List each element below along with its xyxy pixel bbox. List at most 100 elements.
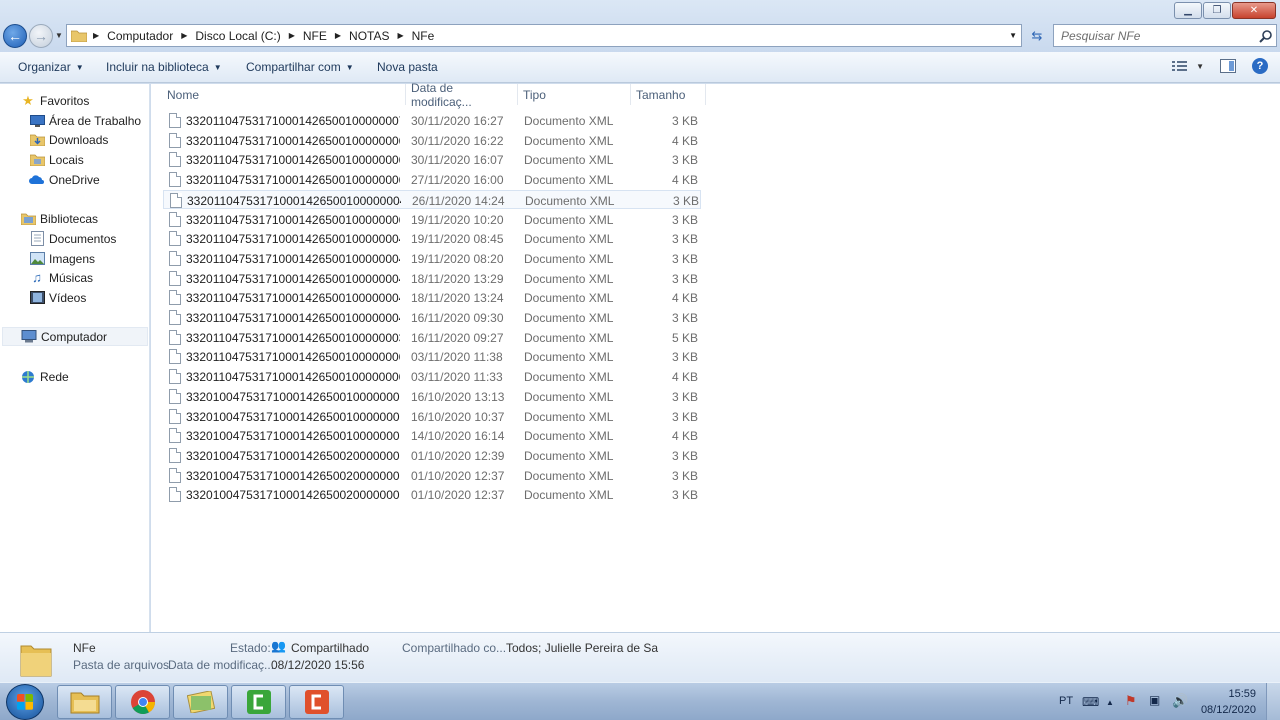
file-type: Documento XML	[524, 232, 614, 247]
file-name: 33201104753171000142650010000000689...	[186, 153, 400, 168]
file-row[interactable]: 33201104753171000142650010000000709... 30…	[163, 111, 701, 130]
file-size: 4 KB	[671, 133, 698, 148]
file-name: 33201104753171000142650010000000699...	[186, 133, 400, 148]
file-name: 33201104753171000142650010000000439...	[186, 291, 400, 306]
nav-documents[interactable]: Documentos	[29, 229, 116, 248]
taskbar-explorer[interactable]	[57, 685, 112, 719]
nav-onedrive[interactable]: OneDrive	[29, 170, 100, 189]
file-row[interactable]: 33201104753171000142650010000000439... 18…	[163, 288, 701, 307]
back-button[interactable]: ←	[3, 24, 27, 48]
breadcrumb-notas[interactable]: ▶ NOTAS	[335, 29, 390, 43]
file-row[interactable]: 33201104753171000142650010000000689... 30…	[163, 150, 701, 169]
column-header-size[interactable]: Tamanho	[631, 84, 706, 105]
forward-button[interactable]: →	[29, 24, 53, 48]
file-size: 3 KB	[671, 311, 698, 325]
clock-date[interactable]: 08/12/2020	[1196, 704, 1256, 716]
file-row[interactable]: 33201104753171000142650010000000649... 03…	[163, 347, 701, 366]
breadcrumb-local-disk[interactable]: ▶ Disco Local (C:)	[181, 29, 281, 43]
file-date: 27/11/2020 16:00	[411, 173, 504, 188]
file-date: 26/11/2020 14:24	[412, 193, 505, 208]
nav-libraries[interactable]: Bibliotecas	[20, 209, 98, 228]
file-row[interactable]: 33201104753171000142650010000000449... 18…	[163, 269, 701, 288]
column-header-date[interactable]: Data de modificaç...	[406, 81, 518, 109]
breadcrumb-computer[interactable]: ▶ Computador	[93, 29, 173, 43]
close-button[interactable]: ✕	[1232, 2, 1276, 19]
file-row[interactable]: 33201004753171000142650010000000298... 16…	[163, 407, 701, 426]
taskbar-app-folder[interactable]	[173, 685, 228, 719]
nav-videos[interactable]: Vídeos	[29, 288, 86, 307]
file-type: Documento XML	[524, 153, 614, 168]
shared-users-icon: 👥	[271, 639, 286, 653]
breadcrumb-nfe[interactable]: ▶ NFE	[289, 29, 327, 43]
start-button[interactable]	[6, 684, 44, 720]
file-type: Documento XML	[524, 330, 614, 345]
nav-favorites[interactable]: ★ Favoritos	[20, 91, 89, 110]
file-row[interactable]: 33201104753171000142650010000000469... 19…	[163, 229, 701, 248]
minimize-button[interactable]: ▁	[1174, 2, 1202, 19]
file-name: 33201004753171000142650010000000328...	[186, 429, 400, 444]
search-box[interactable]	[1053, 24, 1277, 47]
nav-places[interactable]: Locais	[29, 150, 84, 169]
file-date: 14/10/2020 16:14	[411, 429, 505, 444]
taskbar-camtasia-orange[interactable]	[289, 685, 344, 719]
clock-time[interactable]: 15:59	[1196, 688, 1256, 700]
nav-images[interactable]: Imagens	[29, 249, 95, 268]
column-header-type[interactable]: Tipo	[518, 84, 631, 105]
chrome-icon	[130, 690, 155, 715]
xml-file-icon	[169, 152, 181, 168]
nav-network[interactable]: Rede	[20, 367, 69, 386]
file-row[interactable]: 33201004753171000142650020000000289... 01…	[163, 485, 701, 504]
recent-pages-dropdown[interactable]: ▼	[55, 31, 63, 40]
search-icon[interactable]	[1259, 29, 1273, 43]
breadcrumb-nfe-current[interactable]: ▶ NFe	[397, 29, 434, 43]
new-folder-button[interactable]: Nova pasta	[377, 60, 438, 74]
file-row[interactable]: 33201004753171000142650010000000629... 16…	[163, 387, 701, 406]
help-icon[interactable]: ?	[1252, 58, 1268, 74]
search-input[interactable]	[1061, 28, 1251, 43]
file-row[interactable]: 33201004753171000142650020000000299... 01…	[163, 466, 701, 485]
organize-menu[interactable]: Organizar ▼	[18, 60, 84, 74]
address-dropdown-icon[interactable]: ▼	[1009, 31, 1017, 40]
file-row[interactable]: 33201104753171000142650010000000479... 26…	[163, 189, 701, 209]
include-library-menu[interactable]: Incluir na biblioteca ▼	[106, 60, 222, 74]
action-center-icon[interactable]: ⚑	[1125, 693, 1137, 709]
file-row[interactable]: 33201104753171000142650010000000699... 30…	[163, 131, 701, 150]
file-name: 33201104753171000142650010000000709...	[186, 114, 400, 128]
preview-pane-icon[interactable]	[1220, 59, 1236, 73]
taskbar-chrome[interactable]	[115, 685, 170, 719]
file-row[interactable]: 33201104753171000142650010000000399... 16…	[163, 328, 701, 347]
command-bar: Organizar ▼ Incluir na biblioteca ▼ Compar…	[0, 52, 1280, 83]
show-desktop-button[interactable]	[1266, 683, 1280, 720]
keyboard-icon[interactable]: ⌨	[1082, 695, 1099, 709]
language-indicator[interactable]: PT	[1059, 695, 1073, 707]
refresh-button[interactable]: ⇆	[1026, 25, 1048, 46]
file-row[interactable]: 33201004753171000142650010000000328... 14…	[163, 426, 701, 445]
file-size: 3 KB	[671, 409, 698, 424]
file-row[interactable]: 33201004753171000142650020000000309... 01…	[163, 446, 701, 465]
network-status-icon[interactable]: ▣	[1149, 693, 1160, 707]
xml-file-icon	[169, 211, 181, 227]
volume-icon[interactable]: 🔊	[1172, 693, 1188, 709]
window-controls: ▁ ❐ ✕	[1174, 2, 1276, 19]
view-options-button[interactable]: ▼	[1172, 60, 1204, 72]
nav-music[interactable]: ♫ Músicas	[29, 268, 93, 287]
taskbar-camtasia-green[interactable]	[231, 685, 286, 719]
xml-file-icon	[169, 250, 181, 266]
column-header-name[interactable]: Nome	[162, 84, 406, 105]
nav-computer[interactable]: Computador	[2, 327, 148, 346]
file-row[interactable]: 33201104753171000142650010000000679... 27…	[163, 170, 701, 189]
file-row[interactable]: 33201104753171000142650010000000639... 03…	[163, 367, 701, 386]
address-bar[interactable]: ▶ Computador ▶ Disco Local (C:) ▶ NFE ▶ NOTA…	[66, 24, 1022, 47]
file-row[interactable]: 33201104753171000142650010000000459... 19…	[163, 249, 701, 268]
file-row[interactable]: 33201104753171000142650010000000669... 19…	[163, 210, 701, 229]
file-type: Documento XML	[524, 448, 614, 463]
file-date: 16/10/2020 13:13	[411, 389, 505, 404]
show-hidden-icons[interactable]: ▲	[1106, 698, 1114, 707]
file-date: 03/11/2020 11:38	[411, 350, 503, 365]
share-with-menu[interactable]: Compartilhar com ▼	[246, 60, 354, 74]
nav-downloads[interactable]: Downloads	[29, 130, 108, 149]
file-row[interactable]: 33201104753171000142650010000000409... 16…	[163, 308, 701, 327]
nav-desktop[interactable]: Área de Trabalho	[29, 111, 141, 130]
file-type: Documento XML	[524, 389, 614, 404]
maximize-button[interactable]: ❐	[1203, 2, 1231, 19]
